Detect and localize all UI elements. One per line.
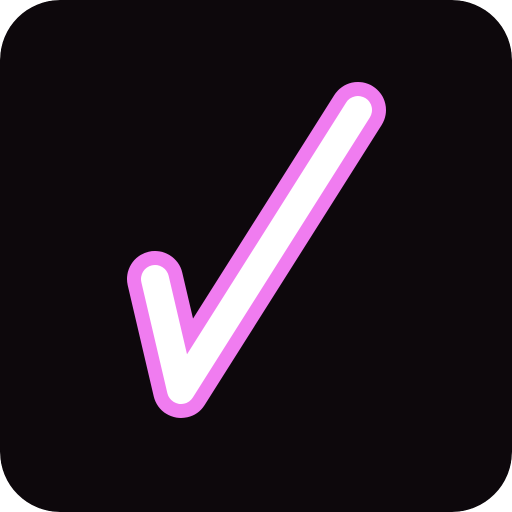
check-mark-icon [0, 0, 512, 512]
stage [0, 0, 512, 512]
app-icon[interactable] [0, 0, 512, 512]
